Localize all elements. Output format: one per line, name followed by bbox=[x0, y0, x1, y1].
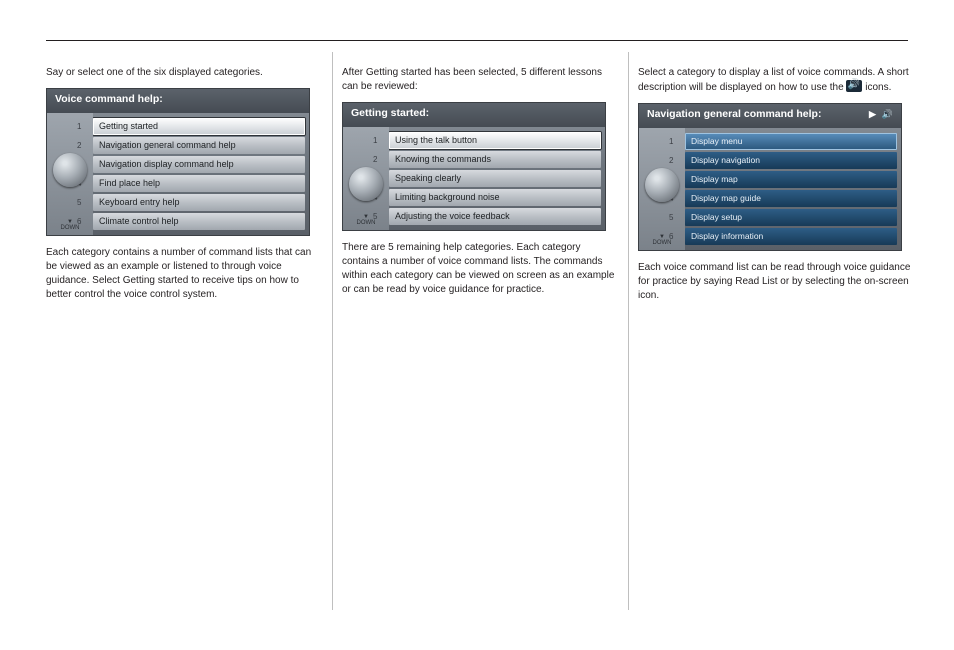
menu-list: Getting started Navigation general comma… bbox=[93, 113, 309, 235]
col2-para-1: After Getting started has been selected,… bbox=[342, 66, 618, 94]
col3-para-1-post: icons. bbox=[865, 82, 891, 93]
screenshot-getting-started: Getting started: 1 2 3 4 5 ▼ DOWN Using bbox=[342, 102, 606, 231]
menu-item[interactable]: Limiting background noise bbox=[389, 189, 601, 206]
menu-item[interactable]: Speaking clearly bbox=[389, 170, 601, 187]
column-separator-1 bbox=[332, 52, 333, 610]
menu-item[interactable]: Find place help bbox=[93, 175, 305, 192]
menu-item[interactable]: Navigation display command help bbox=[93, 156, 305, 173]
menu-list: Using the talk button Knowing the comman… bbox=[389, 127, 605, 230]
menu-item[interactable]: Using the talk button bbox=[389, 132, 601, 149]
col1-para-2: Each category contains a number of comma… bbox=[46, 246, 322, 302]
menu-item[interactable]: Display information bbox=[685, 228, 897, 245]
menu-item[interactable]: Display map guide bbox=[685, 190, 897, 207]
rotary-knob-area: 1 2 3 4 5 6 ▼ DOWN bbox=[639, 128, 685, 250]
screenshot-title: Navigation general command help: ▶ 🔊 bbox=[639, 104, 901, 128]
menu-item[interactable]: Knowing the commands bbox=[389, 151, 601, 168]
menu-item[interactable]: Display setup bbox=[685, 209, 897, 226]
screenshot-title: Voice command help: bbox=[47, 89, 309, 113]
col2-para-2: There are 5 remaining help categories. E… bbox=[342, 241, 618, 297]
menu-item[interactable]: Keyboard entry help bbox=[93, 194, 305, 211]
play-icon[interactable]: ▶ bbox=[869, 109, 876, 119]
title-text: Navigation general command help: bbox=[647, 108, 821, 120]
screenshot-voice-command-help: Voice command help: 1 2 3 4 5 6 ▼ DOWN G… bbox=[46, 88, 310, 236]
title-icons: ▶ 🔊 bbox=[866, 108, 893, 120]
rotary-knob-area: 1 2 3 4 5 6 ▼ DOWN bbox=[47, 113, 93, 235]
screenshot-navigation-general-help: Navigation general command help: ▶ 🔊 1 2… bbox=[638, 103, 902, 251]
rotary-knob-icon bbox=[53, 153, 87, 187]
menu-item[interactable]: Display navigation bbox=[685, 152, 897, 169]
menu-item[interactable]: Display menu bbox=[685, 133, 897, 150]
menu-item[interactable]: Getting started bbox=[93, 118, 305, 135]
menu-item[interactable]: Display map bbox=[685, 171, 897, 188]
rotary-knob-area: 1 2 3 4 5 ▼ DOWN bbox=[343, 127, 389, 230]
down-label: ▼ DOWN bbox=[353, 214, 379, 226]
column-2: After Getting started has been selected,… bbox=[342, 60, 618, 610]
menu-item[interactable]: Adjusting the voice feedback bbox=[389, 208, 601, 225]
column-separator-2 bbox=[628, 52, 629, 610]
screenshot-title: Getting started: bbox=[343, 103, 605, 127]
col3-para-2: Each voice command list can be read thro… bbox=[638, 261, 914, 303]
down-label: ▼ DOWN bbox=[649, 234, 675, 246]
column-3: Select a category to display a list of v… bbox=[638, 60, 914, 610]
col1-para-1: Say or select one of the six displayed c… bbox=[46, 66, 322, 80]
col3-para-1: Select a category to display a list of v… bbox=[638, 66, 914, 95]
manual-page: Say or select one of the six displayed c… bbox=[0, 0, 954, 650]
rotary-knob-icon bbox=[349, 167, 383, 201]
menu-item[interactable]: Climate control help bbox=[93, 213, 305, 230]
column-1: Say or select one of the six displayed c… bbox=[46, 60, 322, 610]
top-rule bbox=[46, 40, 908, 41]
sound-icon[interactable]: 🔊 bbox=[882, 109, 893, 119]
rotary-knob-icon bbox=[645, 168, 679, 202]
sound-icon bbox=[846, 80, 862, 92]
menu-list: Display menu Display navigation Display … bbox=[685, 128, 901, 250]
down-label: ▼ DOWN bbox=[57, 219, 83, 231]
menu-item[interactable]: Navigation general command help bbox=[93, 137, 305, 154]
